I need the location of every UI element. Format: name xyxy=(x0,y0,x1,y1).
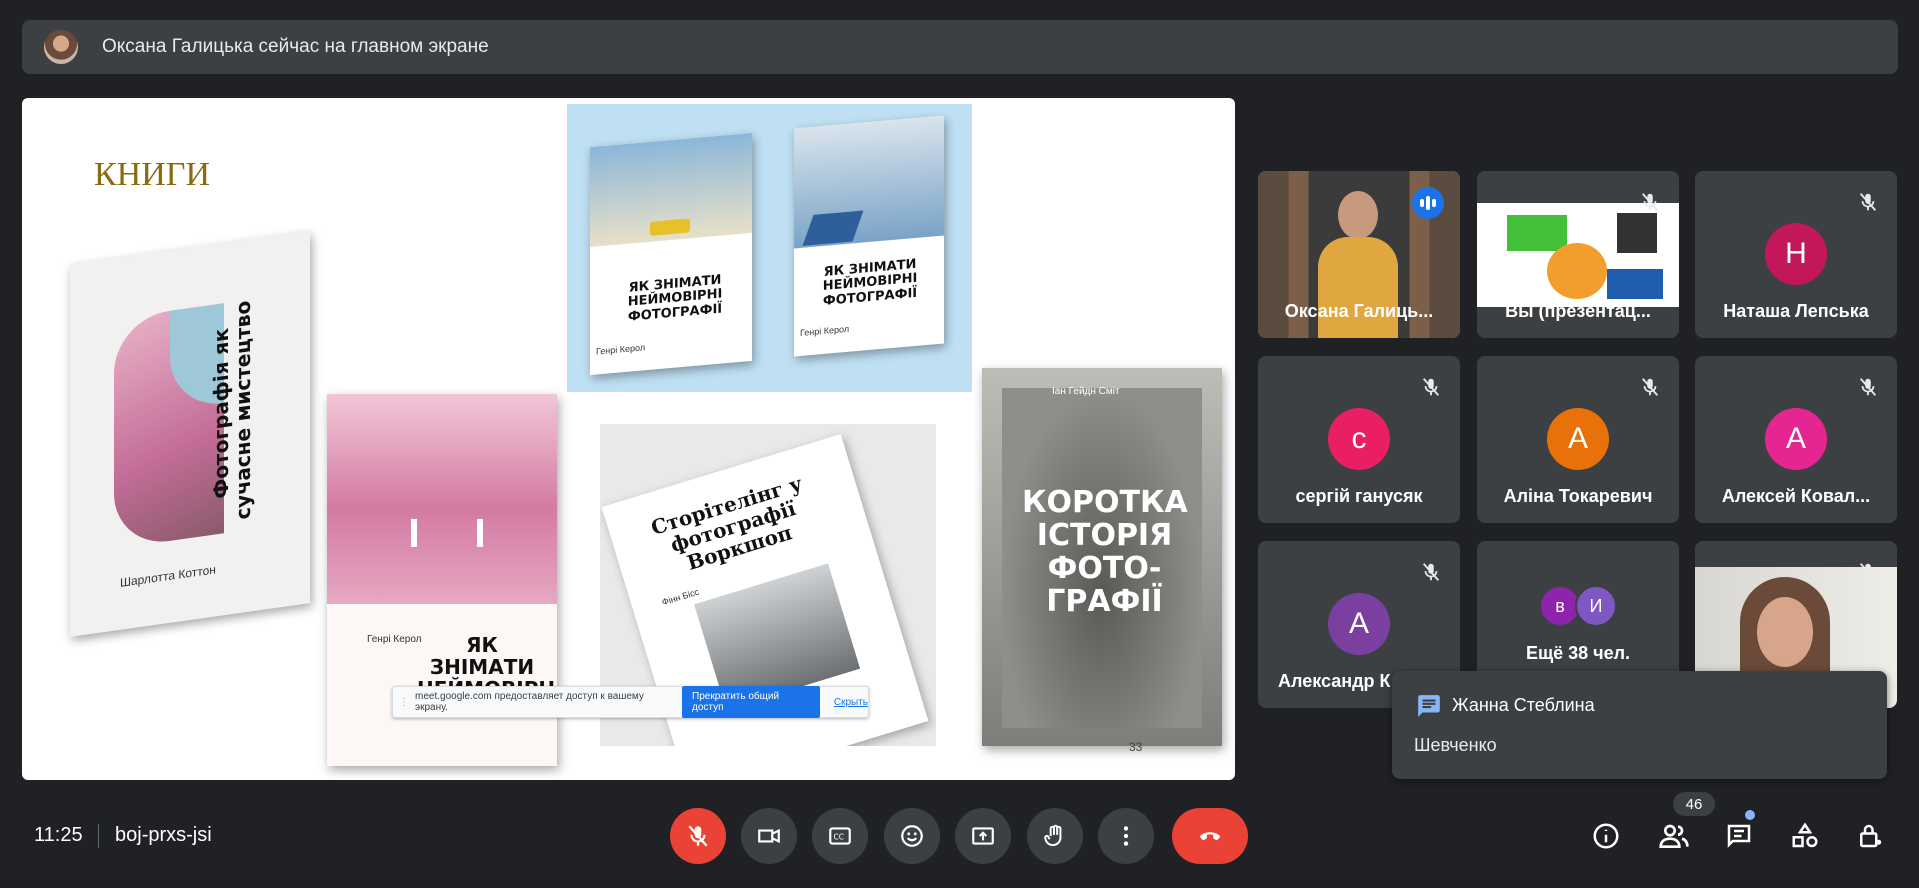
camera-icon xyxy=(758,828,780,844)
avatar: с xyxy=(1328,408,1390,470)
book-how-to-shoot-2: ЯК ЗНІМАТИ НЕЙМОВІРНІ ФОТОГРАФІЇ Генрі К… xyxy=(794,115,944,357)
reactions-button[interactable] xyxy=(884,808,940,864)
book-title: КОРОТКА ІСТОРІЯ ФОТО-ГРАФІЇ xyxy=(1022,485,1188,619)
hide-link[interactable]: Скрыть xyxy=(834,697,868,708)
participant-tile[interactable]: А Аліна Токаревич xyxy=(1477,356,1679,523)
info-icon xyxy=(1593,823,1619,849)
more-options-button[interactable] xyxy=(1098,808,1154,864)
screen-share-bar: ⋮ meet.google.com предоставляет доступ к… xyxy=(392,686,869,718)
mic-off-icon xyxy=(1422,378,1440,396)
captions-button[interactable]: CC xyxy=(812,808,868,864)
hand-icon xyxy=(1044,824,1062,847)
captions-icon: CC xyxy=(829,827,851,845)
avatar: А xyxy=(1547,408,1609,470)
participant-tile[interactable]: с сергій ганусяк xyxy=(1258,356,1460,523)
slide-page-number: 33 xyxy=(1129,740,1143,754)
notification-message: Шевченко xyxy=(1414,735,1497,755)
raise-hand-button[interactable] xyxy=(1027,808,1083,864)
participant-count-badge: 46 xyxy=(1673,792,1715,816)
banner-text: Оксана Галицька сейчас на главном экране xyxy=(102,36,489,57)
participant-tile[interactable]: Вы (презентац... xyxy=(1477,171,1679,338)
mic-off-icon xyxy=(1641,378,1659,396)
participant-tile[interactable]: А Алексей Ковал... xyxy=(1695,356,1897,523)
participant-tile[interactable]: Оксана Галиць... xyxy=(1258,171,1460,338)
host-controls-button[interactable] xyxy=(1852,818,1888,854)
participant-name: сергій ганусяк xyxy=(1295,486,1423,506)
participant-name: Алексей Ковал... xyxy=(1721,486,1871,506)
presenter-avatar xyxy=(44,30,78,64)
book-short-history: Іан Гейдн Сміт КОРОТКА ІСТОРІЯ ФОТО-ГРАФ… xyxy=(982,368,1222,746)
leave-call-button[interactable] xyxy=(1172,808,1248,864)
book-title: ЯК ЗНІМАТИ НЕЙМОВІРНІ ФОТОГРАФІЇ xyxy=(627,272,723,325)
speaking-indicator-icon xyxy=(1412,187,1444,219)
avatar: А xyxy=(1765,408,1827,470)
book-photography-contemporary-art: Фотографія як сучасне мистецтво Шарлотта… xyxy=(70,231,310,637)
drag-handle-icon[interactable]: ⋮ xyxy=(399,697,409,708)
chat-icon xyxy=(1727,824,1751,848)
mic-off-icon xyxy=(1859,378,1877,396)
hang-up-icon xyxy=(1200,832,1220,841)
book-author: Шарлотта Коттон xyxy=(120,562,216,590)
book-author: Іан Гейдн Сміт xyxy=(1052,386,1120,397)
more-vert-icon xyxy=(1123,826,1129,846)
chat-icon xyxy=(1418,695,1440,717)
mic-off-icon xyxy=(1859,563,1877,581)
slide-title: КНИГИ xyxy=(94,156,210,193)
people-button[interactable] xyxy=(1656,818,1692,854)
unread-indicator xyxy=(1745,810,1755,820)
book-how-to-shoot-1: ЯК ЗНІМАТИ НЕЙМОВІРНІ ФОТОГРАФІЇ Генрі К… xyxy=(590,132,752,376)
mic-off-icon xyxy=(1859,193,1877,211)
share-bar-text: meet.google.com предоставляет доступ к в… xyxy=(415,691,644,713)
mic-toggle-button[interactable] xyxy=(670,808,726,864)
book-title: ЯК ЗНІМАТИ НЕЙМОВІРНІ ФОТОГРАФІЇ xyxy=(822,256,918,309)
participant-name: Оксана Галиць... xyxy=(1284,301,1434,321)
chat-notification[interactable]: Жанна Стеблина Шевченко xyxy=(1392,671,1887,779)
camera-toggle-button[interactable] xyxy=(741,808,797,864)
shared-presentation: КНИГИ Фотографія як сучасне мистецтво Ша… xyxy=(22,98,1235,780)
present-screen-button[interactable] xyxy=(955,808,1011,864)
book-author: Генрі Керол xyxy=(367,634,422,645)
present-icon xyxy=(972,827,994,845)
presenting-banner: Оксана Галицька сейчас на главном экране xyxy=(22,20,1898,74)
book-title: Фотографія як сучасне мистецтво xyxy=(209,299,255,522)
svg-text:CC: CC xyxy=(834,832,845,841)
avatar: И xyxy=(1575,585,1617,627)
activities-button[interactable] xyxy=(1787,818,1823,854)
mic-off-icon xyxy=(1422,563,1440,581)
notification-sender: Жанна Стеблина xyxy=(1452,695,1595,715)
stop-sharing-button[interactable]: Прекратить общий доступ xyxy=(682,686,820,718)
emoji-icon xyxy=(901,825,923,847)
shapes-icon xyxy=(1792,822,1818,848)
lock-person-icon xyxy=(1860,824,1882,848)
book-author: Генрі Керол xyxy=(596,342,646,357)
people-icon xyxy=(1659,824,1689,848)
more-participants-label: Ещё 38 чел. xyxy=(1525,643,1631,663)
avatar: Н xyxy=(1765,223,1827,285)
book-author: Генрі Керол xyxy=(800,323,850,339)
participant-name: Наташа Лепська xyxy=(1723,301,1869,321)
chat-button[interactable] xyxy=(1721,818,1757,854)
avatar: А xyxy=(1328,593,1390,655)
participant-name: Вы (презентац... xyxy=(1505,301,1651,321)
participant-tile[interactable]: Н Наташа Лепська xyxy=(1695,171,1897,338)
divider xyxy=(98,824,99,848)
clock: 11:25 xyxy=(34,824,83,846)
participant-name: Аліна Токаревич xyxy=(1503,486,1653,506)
mic-off-icon xyxy=(1641,193,1659,211)
meeting-code: boj-prxs-jsi xyxy=(115,824,212,846)
participant-screen-preview xyxy=(1477,203,1679,307)
mic-off-icon xyxy=(688,825,708,847)
meeting-details-button[interactable] xyxy=(1588,818,1624,854)
